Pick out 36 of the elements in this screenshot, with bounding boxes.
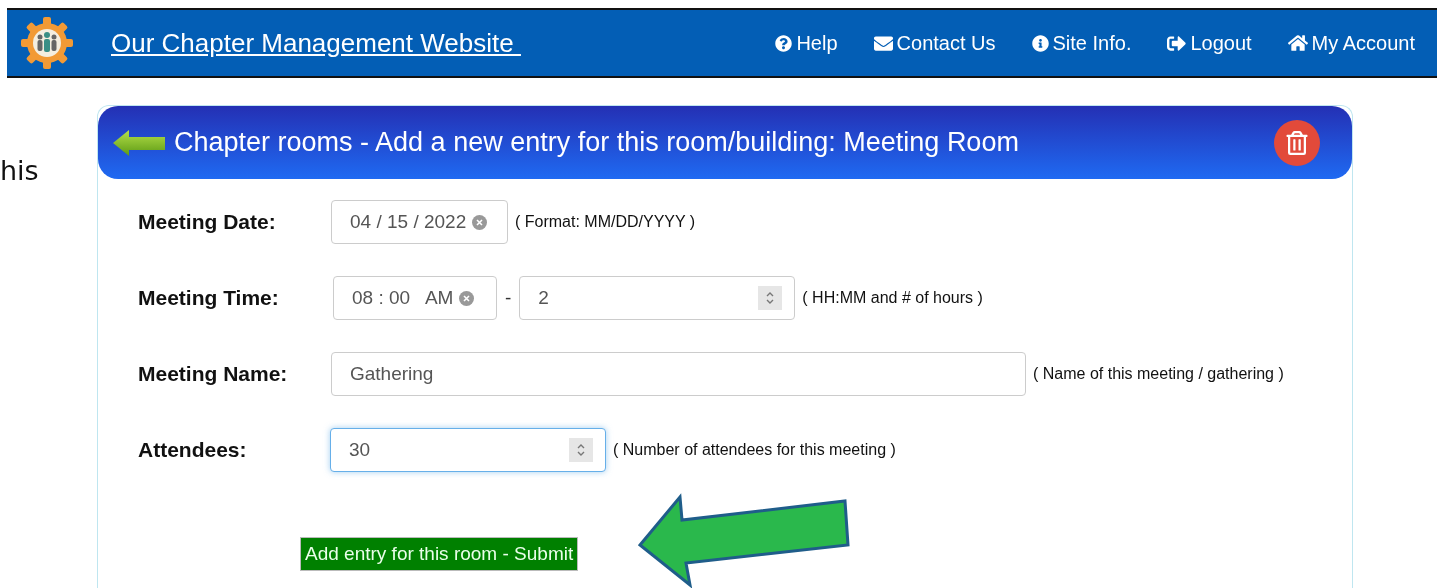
field-hint: ( Number of attendees for this meeting ) <box>613 441 896 459</box>
date-field[interactable]: 04 / 15 / 2022 <box>331 200 508 244</box>
spinner-icon[interactable] <box>758 286 783 310</box>
attendees-field[interactable]: 30 <box>330 428 606 472</box>
spinner-icon[interactable] <box>569 438 593 462</box>
trash-icon <box>1285 130 1309 155</box>
nav-link[interactable]: Contact Us <box>873 31 996 55</box>
gear-logo-icon <box>21 17 73 69</box>
nav-link[interactable]: Help <box>775 31 838 55</box>
envelope-icon <box>873 33 893 53</box>
partial-text: his <box>0 155 39 186</box>
name-field[interactable]: Gathering <box>331 352 1026 396</box>
help-icon <box>775 34 793 52</box>
nav-link[interactable]: Logout <box>1167 31 1252 55</box>
dash-text: - <box>505 287 512 309</box>
panel-title: Chapter rooms - Add a new entry for this room/building: Meeting Room <box>174 127 1019 158</box>
back-arrow-icon[interactable] <box>112 127 166 158</box>
field-label: Meeting Date: <box>138 210 277 234</box>
field-hint: ( HH:MM and # of hours ) <box>802 289 983 307</box>
field-label: Meeting Time: <box>138 286 280 310</box>
delete-button[interactable] <box>1274 119 1320 166</box>
hours-field[interactable]: 2 <box>519 276 796 320</box>
clear-icon[interactable] <box>459 290 475 306</box>
nav-link[interactable]: Site Info. <box>1031 31 1132 55</box>
field-label: Meeting Name: <box>138 362 289 386</box>
site-title-link[interactable]: Our Chapter Management Website <box>111 27 521 59</box>
field-hint: ( Name of this meeting / gathering ) <box>1033 365 1284 383</box>
clear-icon[interactable] <box>472 214 488 230</box>
nav-link[interactable]: My Account <box>1287 31 1415 55</box>
home-icon <box>1287 33 1308 53</box>
logout-icon <box>1167 33 1187 53</box>
field-label: Attendees: <box>138 438 248 462</box>
info-icon <box>1031 34 1049 52</box>
field-hint: ( Format: MM/DD/YYYY ) <box>515 213 696 231</box>
time-field[interactable]: 08 : 00 AM <box>333 276 497 320</box>
submit-button[interactable]: Add entry for this room - Submit <box>300 537 579 571</box>
